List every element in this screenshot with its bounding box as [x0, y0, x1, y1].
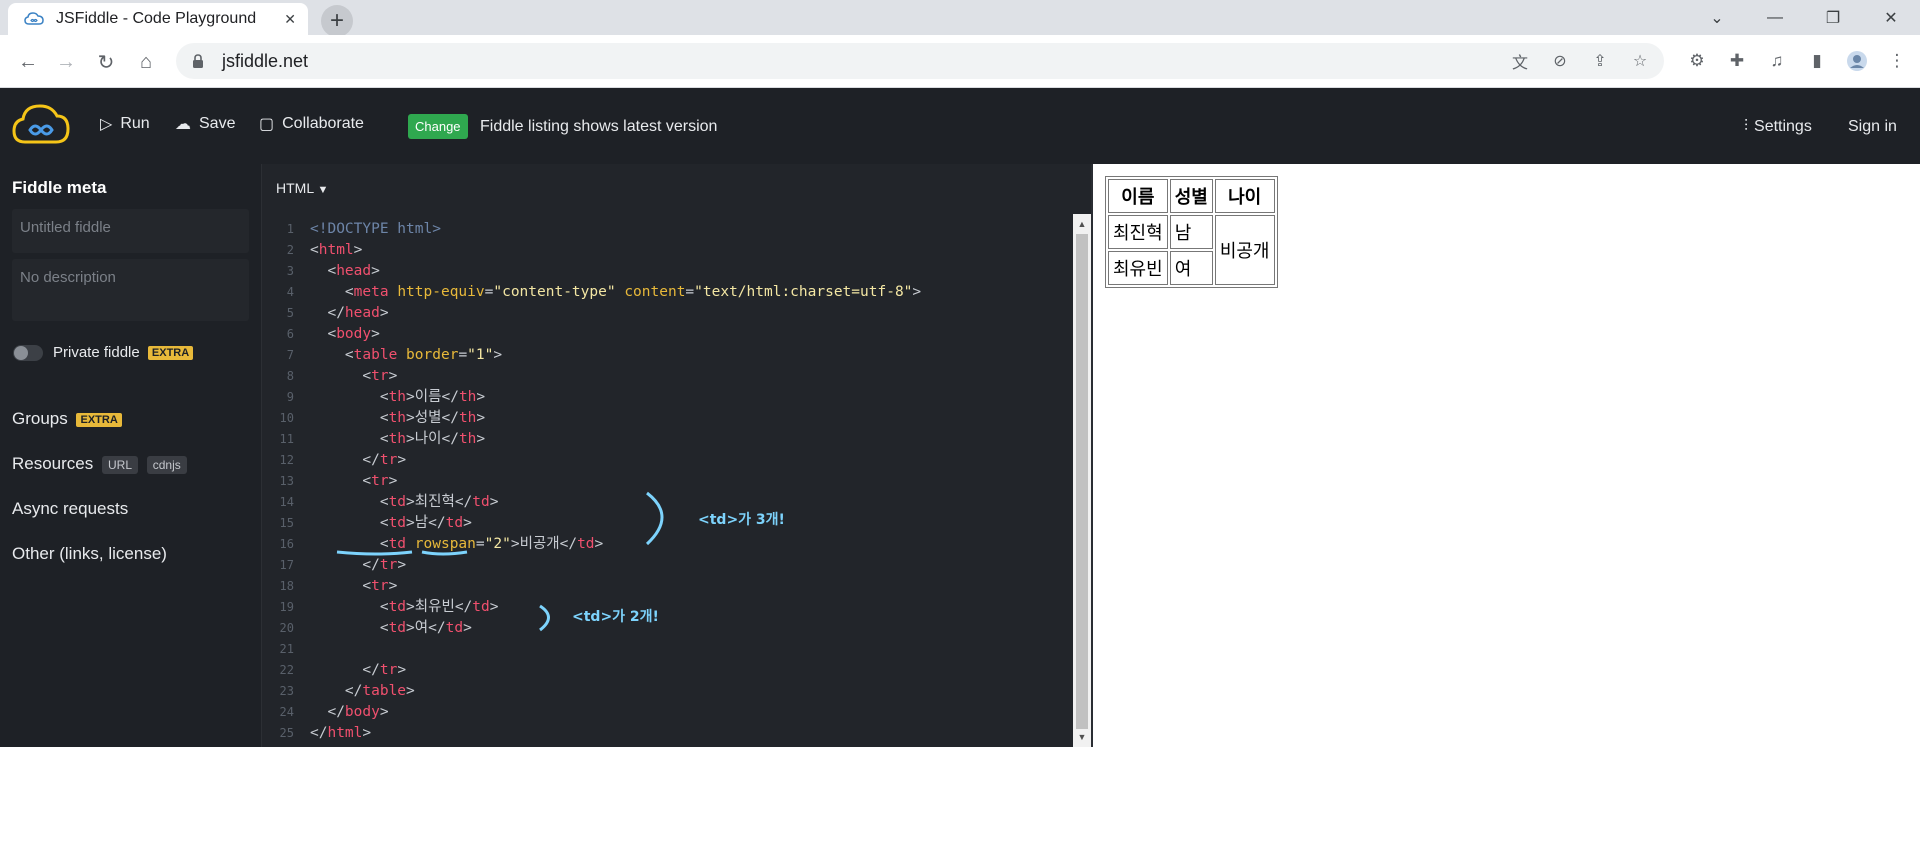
bookmark-star-icon[interactable]: ☆ — [1630, 51, 1650, 71]
table-cell: 남 — [1169, 215, 1213, 249]
minimize-icon[interactable]: — — [1746, 0, 1804, 35]
save-button[interactable]: ☁ Save — [175, 114, 235, 134]
browser-tab[interactable]: JSFiddle - Code Playground ✕ — [8, 3, 308, 35]
result-panel: 이름 성별 나이 최진혁 남 비공개 최유빈 여 — [1091, 164, 1920, 747]
change-button[interactable]: Change — [408, 114, 468, 139]
jsfiddle-favicon-icon — [24, 12, 44, 26]
browser-toolbar: ← → ↻ ⌂ jsfiddle.net 文 ⊘ ⇪ ☆ ⚙ ✚ ♫ ▮ ⋮ — [0, 35, 1920, 88]
table-header-cell: 이름 — [1108, 179, 1168, 213]
description-placeholder: No description — [20, 269, 116, 286]
result-table: 이름 성별 나이 최진혁 남 비공개 최유빈 여 — [1105, 176, 1278, 288]
extra-badge: EXTRA — [147, 346, 194, 361]
resources-label: Resources — [12, 454, 94, 473]
sidebar-item-resources[interactable]: Resources URL cdnjs — [12, 454, 187, 474]
puzzle-extensions-icon[interactable]: ✚ — [1724, 48, 1750, 74]
private-fiddle-toggle[interactable] — [13, 345, 43, 361]
close-window-icon[interactable]: ✕ — [1862, 0, 1920, 35]
fiddle-description-input[interactable]: No description — [12, 259, 249, 321]
brace-mark-1 — [645, 491, 664, 546]
underline-value — [421, 550, 468, 556]
browser-tab-bar: JSFiddle - Code Playground ✕ + ⌄ — ❐ ✕ — [0, 0, 1920, 37]
table-header-cell: 나이 — [1214, 179, 1275, 213]
scroll-down-arrow-icon[interactable]: ▼ — [1073, 729, 1091, 745]
sidebar-item-other[interactable]: Other (links, license) — [12, 544, 167, 564]
url-chip[interactable]: URL — [102, 455, 139, 474]
table-row: 이름 성별 나이 — [1108, 179, 1275, 213]
forward-arrow-icon[interactable]: → — [52, 48, 80, 76]
extensions-area: ⚙ ✚ ♫ ▮ ⋮ — [1684, 48, 1910, 74]
fiddle-title-input[interactable]: Untitled fiddle — [12, 209, 249, 253]
address-bar-actions: 文 ⊘ ⇪ ☆ — [1510, 43, 1650, 79]
collaborate-label: Collaborate — [282, 115, 364, 132]
address-bar[interactable]: jsfiddle.net 文 ⊘ ⇪ ☆ — [176, 43, 1664, 79]
tab-close-icon[interactable]: ✕ — [284, 11, 296, 28]
toggle-knob — [14, 346, 28, 360]
window-controls: ⌄ — ❐ ✕ — [1688, 0, 1920, 35]
sliders-icon: ⫶ — [1744, 118, 1749, 135]
chat-bubble-icon: ▢ — [259, 116, 275, 133]
private-fiddle-label: Private fiddle EXTRA — [53, 344, 194, 361]
groups-label: Groups — [12, 409, 68, 428]
run-label: Run — [120, 115, 150, 132]
fiddle-meta-sidebar: Fiddle meta Untitled fiddle No descripti… — [0, 164, 262, 747]
table-cell-rowspan: 비공개 — [1214, 215, 1275, 285]
collaborate-button[interactable]: ▢ Collaborate — [259, 114, 364, 134]
html-editor-panel: HTML ▼ 1 <!DOCTYPE html> 2 <html> 3 <head> 4 … — [262, 164, 1091, 747]
table-cell: 여 — [1169, 251, 1213, 285]
side-panel-icon[interactable]: ▮ — [1804, 48, 1830, 74]
table-cell: 최유빈 — [1108, 251, 1168, 285]
brace-mark-2 — [539, 604, 550, 632]
restore-icon[interactable]: ❐ — [1804, 0, 1862, 35]
jsfiddle-header: ▷ Run ☁ Save ▢ Collaborate Change Fiddle… — [0, 88, 1920, 164]
save-label: Save — [199, 115, 236, 132]
url-text: jsfiddle.net — [222, 50, 309, 71]
translate-icon[interactable]: 文 — [1510, 51, 1530, 72]
media-playlist-icon[interactable]: ♫ — [1764, 48, 1790, 74]
eye-off-icon[interactable]: ⊘ — [1550, 51, 1570, 71]
private-fiddle-text: Private fiddle — [53, 344, 140, 361]
play-icon: ▷ — [100, 116, 113, 133]
sidebar-title: Fiddle meta — [12, 178, 107, 197]
settings-label: Settings — [1754, 118, 1812, 135]
annotation-two-td: <td>가 2개! — [572, 609, 659, 625]
listing-notice: Fiddle listing shows latest version — [480, 118, 718, 135]
jsfiddle-logo-icon[interactable] — [12, 102, 70, 148]
table-cell: 최진혁 — [1108, 215, 1168, 249]
settings-button[interactable]: ⫶ Settings — [1744, 118, 1812, 136]
back-arrow-icon[interactable]: ← — [14, 48, 42, 76]
table-header-cell: 성별 — [1169, 179, 1213, 213]
scroll-up-arrow-icon[interactable]: ▲ — [1073, 216, 1091, 232]
extension-gear-icon[interactable]: ⚙ — [1684, 48, 1710, 74]
underline-rowspan — [336, 550, 413, 556]
annotation-three-td: <td>가 3개! — [698, 512, 785, 528]
share-icon[interactable]: ⇪ — [1590, 51, 1610, 71]
new-tab-button[interactable]: + — [321, 5, 353, 37]
editor-scrollbar[interactable]: ▲ ▼ — [1073, 214, 1091, 747]
sign-in-link[interactable]: Sign in — [1848, 118, 1897, 136]
scrollbar-thumb[interactable] — [1076, 234, 1088, 729]
profile-avatar[interactable] — [1844, 48, 1870, 74]
tab-title: JSFiddle - Code Playground — [56, 10, 257, 27]
tab-search-chevron-icon[interactable]: ⌄ — [1688, 0, 1746, 35]
home-icon[interactable]: ⌂ — [132, 48, 160, 76]
sidebar-item-async[interactable]: Async requests — [12, 499, 128, 519]
title-placeholder: Untitled fiddle — [20, 219, 111, 236]
annotation-marks — [336, 491, 664, 632]
sidebar-item-groups[interactable]: Groups EXTRA — [12, 409, 122, 429]
browser-menu-icon[interactable]: ⋮ — [1884, 48, 1910, 74]
reload-icon[interactable]: ↻ — [92, 48, 120, 76]
lock-icon[interactable] — [192, 53, 208, 69]
extra-badge: EXTRA — [76, 412, 122, 427]
cdnjs-chip[interactable]: cdnjs — [146, 455, 187, 474]
run-button[interactable]: ▷ Run — [100, 114, 150, 134]
cloud-upload-icon: ☁ — [175, 116, 191, 133]
table-row: 최진혁 남 비공개 — [1108, 215, 1275, 285]
